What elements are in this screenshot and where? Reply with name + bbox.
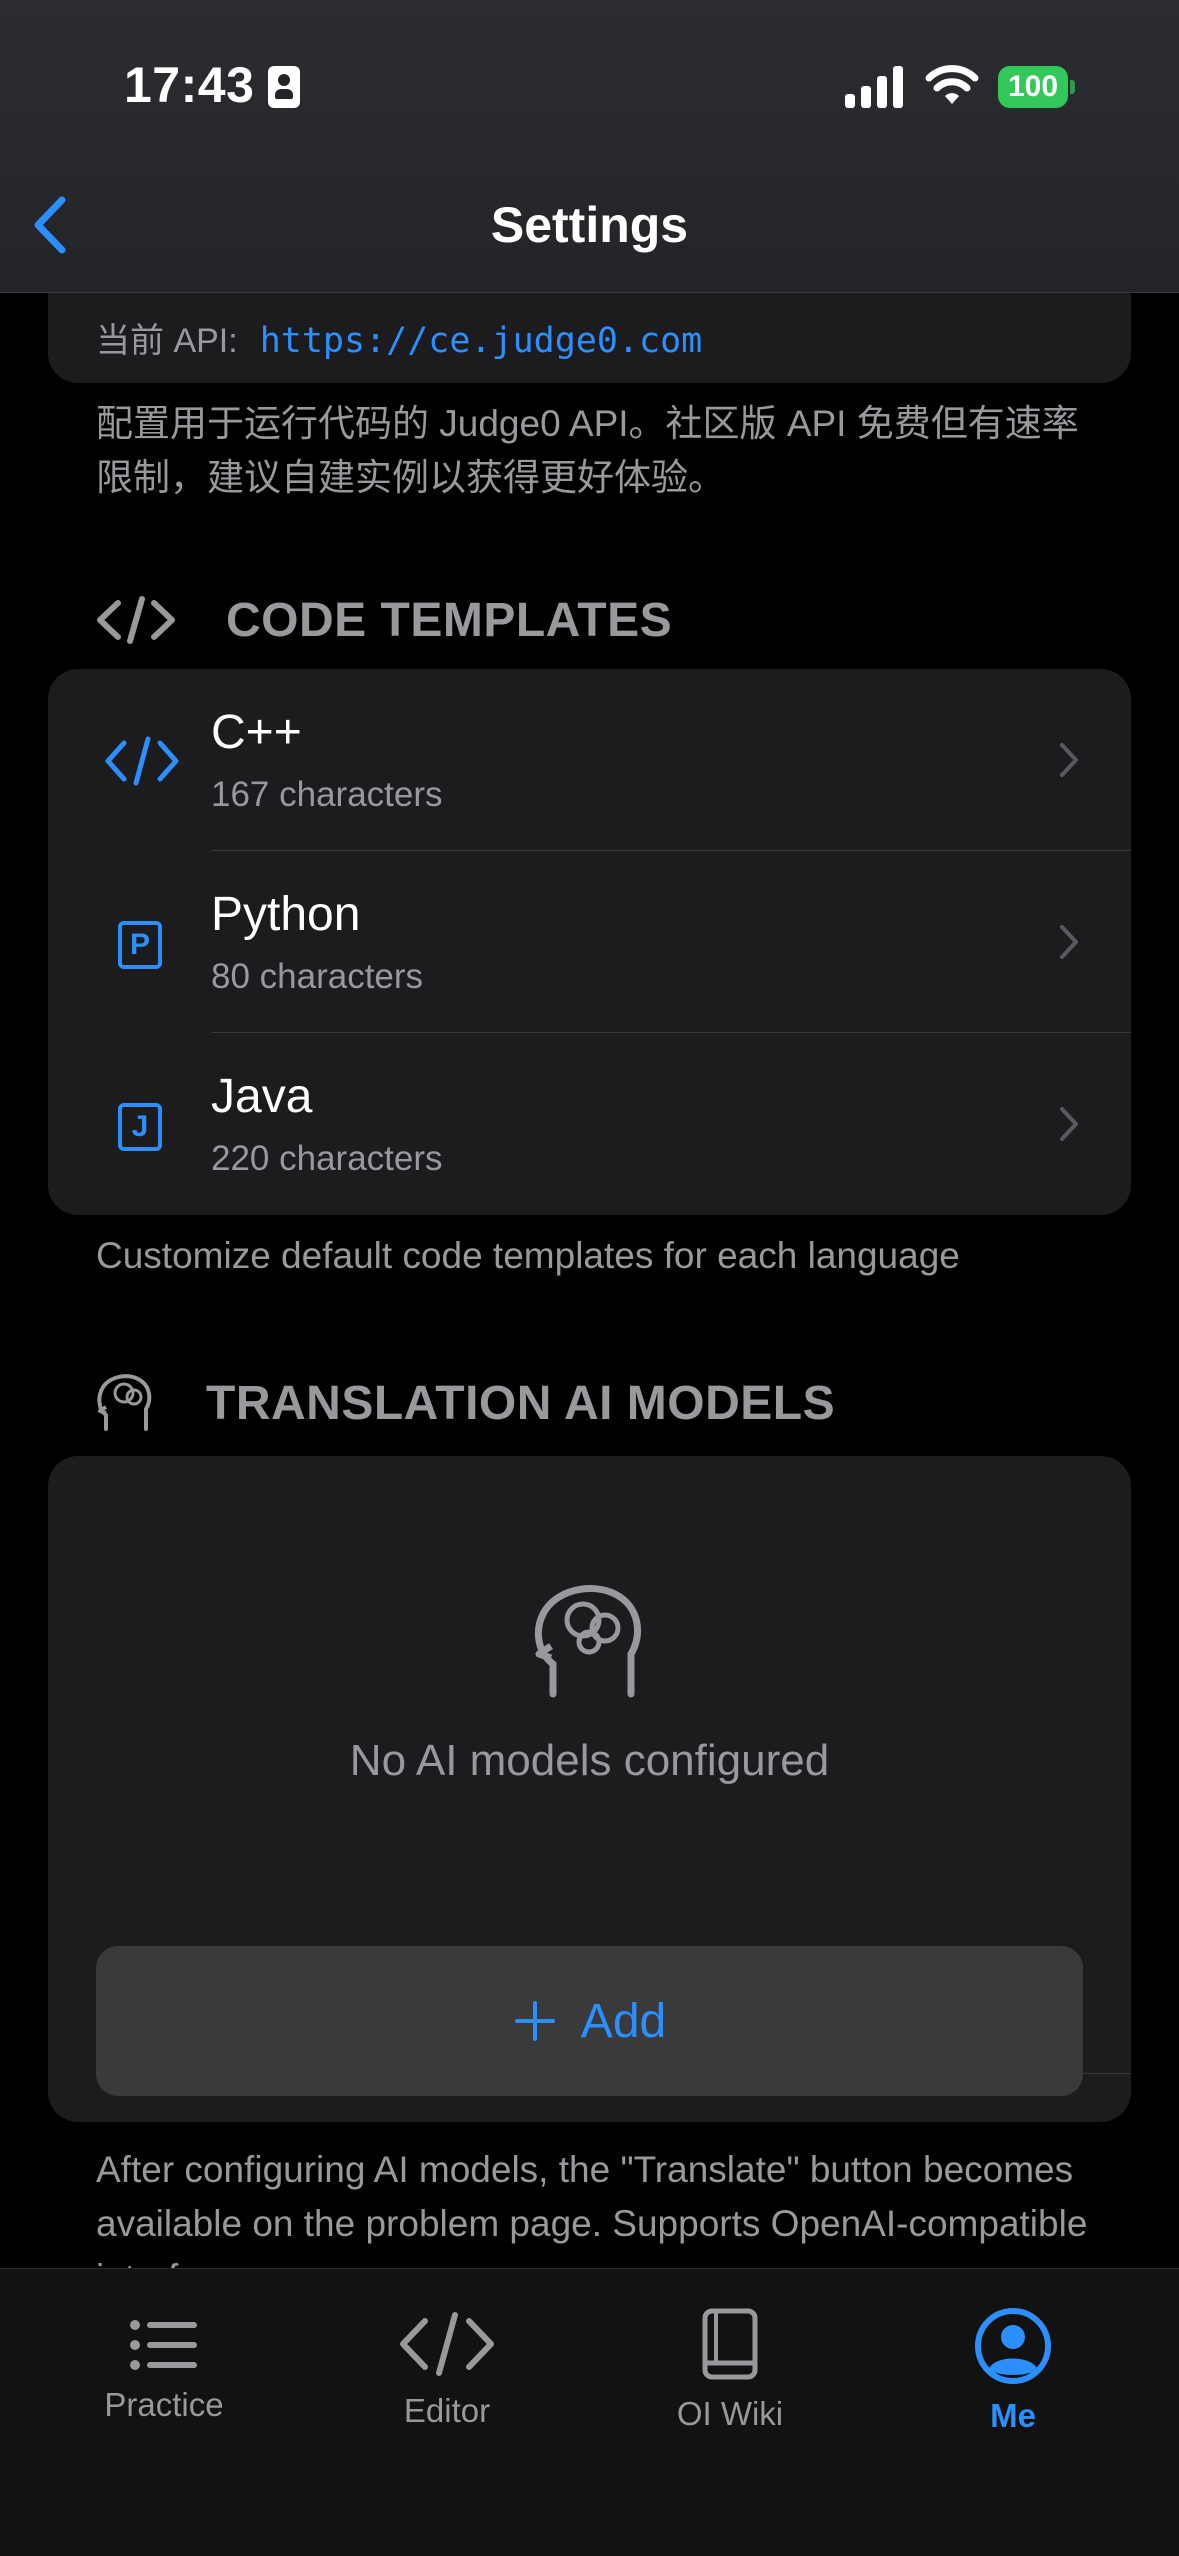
book-icon	[702, 2308, 758, 2380]
battery-tip	[1070, 80, 1075, 94]
code-icon	[400, 2312, 494, 2376]
list-icon	[130, 2320, 197, 2370]
navigation-bar: 17:43 100 Settings	[0, 0, 1179, 293]
brain-head-icon	[534, 1584, 642, 1698]
tab-label: Editor	[403, 2392, 491, 2429]
code-brackets-icon	[105, 736, 179, 786]
python-letter-icon: P	[118, 921, 162, 969]
tab-oi-wiki[interactable]: OI Wiki	[583, 2269, 877, 2489]
empty-state-text: No AI models configured	[349, 1736, 830, 1785]
template-length: 167 characters	[211, 775, 443, 814]
contact-card-icon	[268, 66, 300, 108]
page-title: Settings	[490, 197, 689, 253]
code-templates-header: CODE TEMPLATES	[96, 585, 672, 655]
tab-label: OI Wiki	[676, 2395, 784, 2432]
tab-editor[interactable]: Editor	[300, 2269, 594, 2489]
section-title: TRANSLATION AI MODELS	[206, 1376, 836, 1430]
brain-head-icon	[97, 1374, 152, 1431]
settings-scroll-view[interactable]: 当前 API: https://ce.judge0.com 配置用于运行代码的 J…	[0, 293, 1179, 2268]
tab-practice[interactable]: Practice	[17, 2269, 311, 2489]
api-card: 当前 API: https://ce.judge0.com	[48, 293, 1131, 383]
api-label: 当前 API:	[96, 322, 238, 360]
template-name: Java	[211, 1070, 313, 1123]
tab-label: Practice	[104, 2386, 224, 2423]
template-row-java[interactable]: J Java 220 characters	[48, 1033, 1131, 1215]
templates-footnote: Customize default code templates for eac…	[96, 1235, 960, 1276]
chevron-right-icon	[1060, 1107, 1078, 1141]
section-title: CODE TEMPLATES	[226, 593, 673, 647]
tab-label: Me	[990, 2397, 1036, 2434]
template-name: Python	[211, 888, 361, 941]
api-row: 当前 API: https://ce.judge0.com	[96, 313, 702, 362]
chevron-right-icon	[1060, 925, 1078, 959]
template-row-python[interactable]: P Python 80 characters	[48, 851, 1131, 1033]
ai-models-footnote: After configuring AI models, the "Transl…	[96, 2149, 1088, 2268]
template-length: 80 characters	[211, 957, 424, 996]
java-letter-icon: J	[118, 1103, 162, 1151]
cellular-signal-icon	[845, 66, 903, 108]
chevron-right-icon	[1060, 743, 1078, 777]
wifi-icon	[925, 65, 979, 104]
status-time: 17:43	[124, 57, 255, 113]
add-button-label: Add	[580, 1994, 667, 2048]
add-ai-model-button[interactable]: Add	[96, 1946, 1083, 2096]
api-url[interactable]: https://ce.judge0.com	[260, 321, 703, 361]
template-row-cpp[interactable]: C++ 167 characters	[48, 669, 1131, 851]
template-length: 220 characters	[211, 1139, 443, 1178]
tab-bar: Practice Editor OI Wiki Me	[0, 2268, 1179, 2556]
battery-level: 100	[998, 66, 1068, 108]
plus-icon	[514, 2001, 555, 2041]
template-name: C++	[211, 706, 302, 759]
battery-indicator: 100	[998, 66, 1075, 108]
templates-card: C++ 167 characters P Python 80 character…	[48, 669, 1131, 1215]
tab-me[interactable]: Me	[866, 2269, 1160, 2489]
person-circle-icon	[975, 2308, 1051, 2384]
api-footnote: 配置用于运行代码的 Judge0 API。社区版 API 免费但有速率限制，建议…	[96, 403, 1079, 498]
code-brackets-icon	[97, 596, 175, 644]
ai-models-header: TRANSLATION AI MODELS	[96, 1368, 835, 1438]
